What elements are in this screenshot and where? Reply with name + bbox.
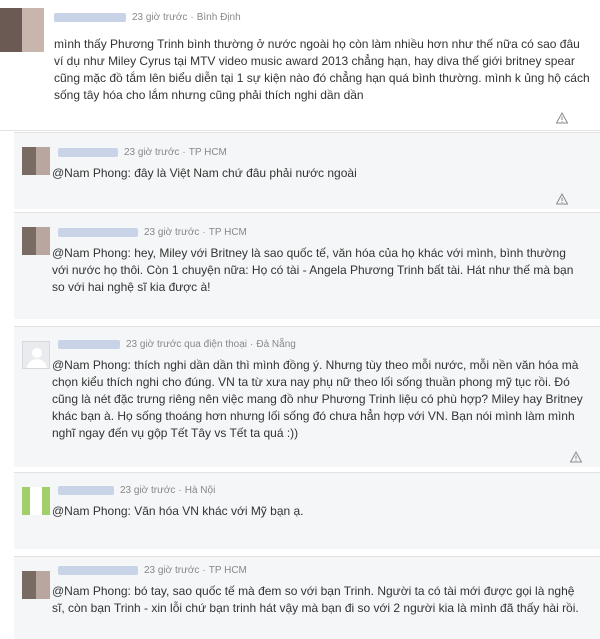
avatar[interactable] bbox=[22, 571, 50, 599]
comment-meta: 23 giờ trước qua điện thoại · Đà Nẵng bbox=[58, 339, 296, 351]
comment-main: 23 giờ trước · Bình Định mình thấy Phương … bbox=[0, 0, 600, 131]
warning-triangle-icon[interactable] bbox=[556, 112, 568, 124]
comment-meta: 23 giờ trước · TP HCM bbox=[58, 227, 247, 239]
user-name-redacted[interactable] bbox=[58, 227, 138, 237]
comment-text: @Nam Phong: hey, Miley với Britney là sa… bbox=[52, 246, 574, 294]
avatar[interactable] bbox=[22, 227, 50, 255]
user-name-redacted[interactable] bbox=[58, 147, 118, 157]
comment-reply: 23 giờ trước · TP HCM @Nam Phong: hey, Mil… bbox=[14, 212, 600, 319]
comment-text: @Nam Phong: Văn hóa VN khác với Mỹ bạn ạ… bbox=[52, 504, 304, 518]
comment-reply: 23 giờ trước · TP HCM @Nam Phong: đây là V… bbox=[14, 132, 600, 209]
user-name-redacted[interactable] bbox=[58, 485, 114, 495]
avatar[interactable] bbox=[0, 8, 44, 52]
comment-location: TP HCM bbox=[188, 147, 227, 158]
comment-meta: 23 giờ trước · TP HCM bbox=[58, 147, 227, 159]
comment-location: Đà Nẵng bbox=[256, 339, 296, 350]
comment-time: 23 giờ trước bbox=[144, 565, 200, 576]
user-name-redacted[interactable] bbox=[58, 565, 138, 575]
comment-via: qua điện thoại bbox=[184, 339, 248, 350]
comment-meta: 23 giờ trước · Bình Định bbox=[54, 12, 241, 24]
comment-location: TP HCM bbox=[208, 227, 247, 238]
avatar[interactable] bbox=[22, 147, 50, 175]
user-name-redacted[interactable] bbox=[54, 12, 126, 22]
comment-text: mình thấy Phương Trinh bình thường ở nướ… bbox=[54, 37, 590, 102]
comment-time: 23 giờ trước bbox=[120, 485, 176, 496]
avatar[interactable] bbox=[22, 341, 50, 369]
comment-reply: 23 giờ trước · TP HCM @Nam Phong: bó tay, … bbox=[14, 556, 600, 639]
comment-location: Bình Định bbox=[196, 12, 241, 23]
comment-text: @Nam Phong: bó tay, sao quốc tế mà đem s… bbox=[52, 584, 579, 615]
comment-meta: 23 giờ trước · TP HCM bbox=[58, 565, 247, 577]
comment-text: @Nam Phong: đây là Việt Nam chứ đâu phải… bbox=[52, 166, 357, 180]
avatar[interactable] bbox=[22, 487, 50, 515]
comment-reply: 23 giờ trước qua điện thoại · Đà Nẵng @Nam… bbox=[14, 326, 600, 467]
comment-time: 23 giờ trước bbox=[132, 12, 188, 23]
warning-triangle-icon[interactable] bbox=[556, 193, 568, 205]
comment-meta: 23 giờ trước · Hà Nội bbox=[58, 485, 215, 497]
comment-location: TP HCM bbox=[208, 565, 247, 576]
comment-text: @Nam Phong: thích nghi dần dần thì mình … bbox=[52, 358, 583, 440]
comment-reply: 23 giờ trước · Hà Nội @Nam Phong: Văn hóa … bbox=[14, 472, 600, 549]
comment-time: 23 giờ trước bbox=[124, 147, 180, 158]
comment-time: 23 giờ trước bbox=[126, 339, 182, 350]
comment-time: 23 giờ trước bbox=[144, 227, 200, 238]
user-name-redacted[interactable] bbox=[58, 339, 120, 349]
comment-location: Hà Nội bbox=[184, 485, 216, 496]
warning-triangle-icon[interactable] bbox=[570, 451, 582, 463]
